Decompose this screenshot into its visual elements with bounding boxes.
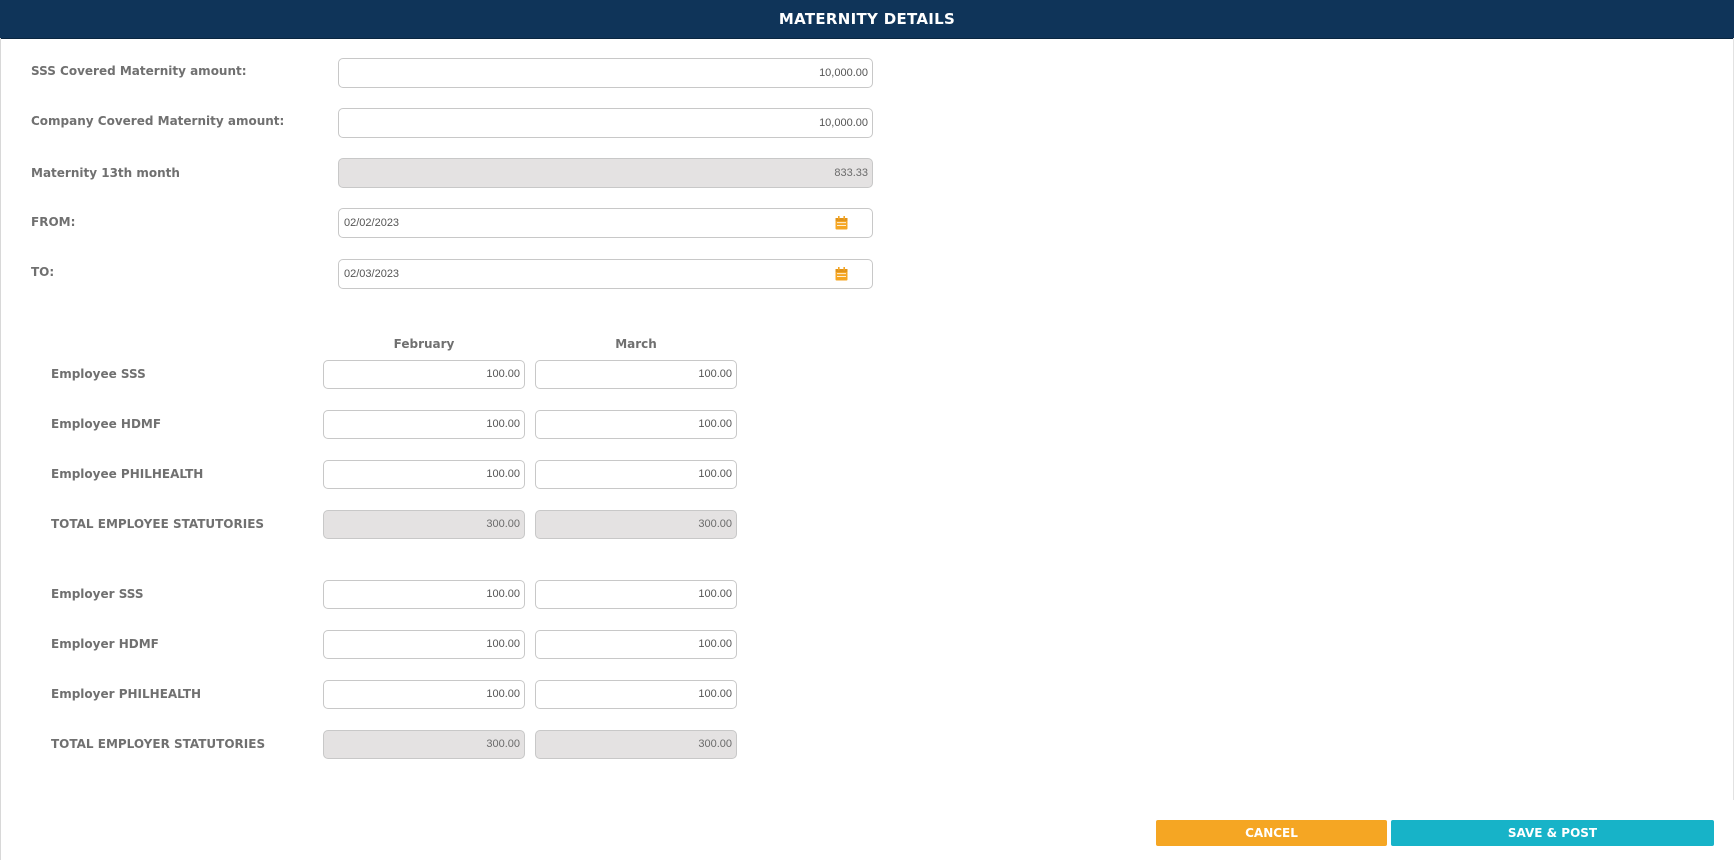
employer-sss-mar-input[interactable]: 100.00: [535, 580, 737, 609]
employer-philhealth-feb-input[interactable]: 100.00: [323, 680, 525, 709]
row-label-total-employer: TOTAL EMPLOYER STATUTORIES: [51, 737, 266, 751]
total-employer-mar-value: 300.00: [535, 730, 737, 759]
to-date-value: 02/03/2023: [344, 268, 400, 280]
column-header-february: February: [393, 337, 455, 351]
sss-covered-amount-input[interactable]: 10,000.00: [338, 58, 873, 88]
employer-philhealth-mar-input[interactable]: 100.00: [535, 680, 737, 709]
company-covered-amount-input[interactable]: 10,000.00: [338, 108, 873, 138]
row-label-employee-hdmf: Employee HDMF: [51, 417, 162, 431]
employee-hdmf-feb-input[interactable]: 100.00: [323, 410, 525, 439]
calendar-icon[interactable]: [835, 267, 848, 281]
employee-hdmf-mar-input[interactable]: 100.00: [535, 410, 737, 439]
save-and-post-button[interactable]: SAVE & POST: [1391, 820, 1714, 846]
from-date-value: 02/02/2023: [344, 217, 400, 229]
row-label-total-employee: TOTAL EMPLOYEE STATUTORIES: [51, 517, 265, 531]
row-label-employer-philhealth: Employer PHILHEALTH: [51, 687, 202, 701]
company-covered-label: Company Covered Maternity amount:: [31, 114, 285, 128]
employee-philhealth-feb-input[interactable]: 100.00: [323, 460, 525, 489]
row-label-employer-hdmf: Employer HDMF: [51, 637, 159, 651]
sss-covered-label: SSS Covered Maternity amount:: [31, 64, 247, 78]
total-employer-feb-value: 300.00: [323, 730, 525, 759]
row-label-employee-philhealth: Employee PHILHEALTH: [51, 467, 204, 481]
maternity-13th-month-label: Maternity 13th month: [31, 166, 180, 180]
employer-sss-feb-input[interactable]: 100.00: [323, 580, 525, 609]
to-date-input[interactable]: 02/03/2023: [338, 259, 873, 289]
maternity-13th-month-value: 833.33: [338, 158, 873, 188]
employer-hdmf-feb-input[interactable]: 100.00: [323, 630, 525, 659]
calendar-icon[interactable]: [835, 216, 848, 230]
maternity-details-page: MATERNITY DETAILS SSS Covered Maternity …: [0, 0, 1734, 860]
row-label-employee-sss: Employee SSS: [51, 367, 146, 381]
employee-sss-mar-input[interactable]: 100.00: [535, 360, 737, 389]
employee-philhealth-mar-input[interactable]: 100.00: [535, 460, 737, 489]
employee-sss-feb-input[interactable]: 100.00: [323, 360, 525, 389]
panel-left-border: [0, 38, 1, 860]
employer-hdmf-mar-input[interactable]: 100.00: [535, 630, 737, 659]
page-title: MATERNITY DETAILS: [0, 0, 1734, 39]
row-label-employer-sss: Employer SSS: [51, 587, 144, 601]
from-label: FROM:: [31, 215, 76, 229]
total-employee-mar-value: 300.00: [535, 510, 737, 539]
cancel-button[interactable]: CANCEL: [1156, 820, 1387, 846]
from-date-input[interactable]: 02/02/2023: [338, 208, 873, 238]
to-label: TO:: [31, 265, 55, 279]
column-header-march: March: [615, 337, 657, 351]
total-employee-feb-value: 300.00: [323, 510, 525, 539]
